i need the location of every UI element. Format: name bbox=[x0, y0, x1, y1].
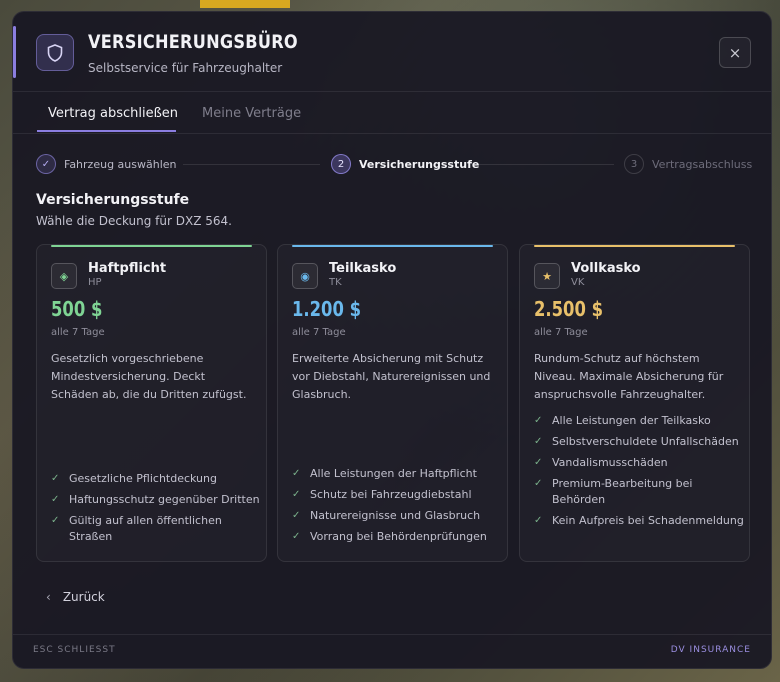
shield-icon bbox=[36, 34, 74, 71]
check-icon: ✓ bbox=[534, 436, 543, 447]
esc-hint: ESC SCHLIESST bbox=[33, 645, 116, 655]
list-item: ✓ Vandalismusschäden bbox=[534, 456, 668, 469]
step-vehicle: ✓ Fahrzeug auswählen bbox=[36, 154, 177, 174]
close-button[interactable]: × bbox=[719, 37, 751, 68]
card-accent bbox=[292, 245, 493, 247]
step-connector bbox=[475, 164, 614, 165]
back-button[interactable]: ‹ Zurück bbox=[46, 590, 105, 604]
step-label: Versicherungsstufe bbox=[359, 157, 480, 171]
dot-circle-icon: ◉ bbox=[292, 263, 318, 289]
check-icon: ✓ bbox=[534, 415, 543, 426]
chevron-left-icon: ‹ bbox=[46, 590, 51, 604]
check-icon: ✓ bbox=[51, 494, 60, 505]
list-item: ✓ Gültig auf allen öffentlichen Straßen bbox=[51, 514, 222, 543]
tab-new-contract[interactable]: Vertrag abschließen bbox=[48, 106, 178, 121]
diamond-icon: ◈ bbox=[51, 263, 77, 289]
tier-card-teilkasko[interactable]: ◉ Teilkasko TK 1.200 $ alle 7 Tage Erwei… bbox=[277, 244, 508, 562]
step-label: Vertragsabschluss bbox=[652, 157, 753, 171]
tier-name: Haftpflicht bbox=[88, 261, 167, 276]
check-icon: ✓ bbox=[51, 473, 60, 484]
tier-code: TK bbox=[329, 277, 342, 288]
tier-price: 1.200 $ bbox=[292, 297, 361, 321]
list-item: ✓ Selbstverschuldete Unfallschäden bbox=[534, 435, 739, 448]
check-icon: ✓ bbox=[292, 531, 301, 542]
step-number: 3 bbox=[624, 154, 644, 174]
tier-description: Gesetzlich vorgeschriebene Mindestversic… bbox=[51, 352, 247, 401]
tier-price: 2.500 $ bbox=[534, 297, 603, 321]
list-item: ✓ Schutz bei Fahrzeugdiebstahl bbox=[292, 488, 472, 501]
list-item: ✓ Haftungsschutz gegenüber Dritten bbox=[51, 493, 260, 506]
close-icon: × bbox=[728, 43, 742, 62]
header-accent bbox=[13, 26, 16, 78]
check-icon: ✓ bbox=[534, 515, 543, 526]
stepper: ✓ Fahrzeug auswählen 2 Versicherungsstuf… bbox=[13, 134, 771, 194]
card-accent bbox=[534, 245, 735, 247]
tier-description: Rundum-Schutz auf höchstem Niveau. Maxim… bbox=[534, 352, 724, 401]
tier-period: alle 7 Tage bbox=[51, 327, 105, 338]
list-item: ✓ Alle Leistungen der Teilkasko bbox=[534, 414, 711, 427]
check-icon: ✓ bbox=[51, 515, 60, 526]
feature-list: ✓ Gesetzliche Pflichtdeckung ✓ Haftungssch… bbox=[51, 471, 261, 550]
step-contract: 3 Vertragsabschluss bbox=[624, 154, 752, 174]
check-icon: ✓ bbox=[292, 510, 301, 521]
card-accent bbox=[51, 245, 252, 247]
tier-period: alle 7 Tage bbox=[534, 327, 588, 338]
star-icon: ★ bbox=[534, 263, 560, 289]
list-item: ✓ Alle Leistungen der Haftpflicht bbox=[292, 467, 477, 480]
check-icon: ✓ bbox=[534, 478, 543, 489]
panel-footer: ESC SCHLIESST DV INSURANCE bbox=[13, 634, 771, 668]
step-label: Fahrzeug auswählen bbox=[64, 157, 177, 171]
check-icon: ✓ bbox=[292, 489, 301, 500]
section-subtitle: Wähle die Deckung für DXZ 564. bbox=[36, 214, 232, 228]
active-tab-indicator bbox=[37, 130, 176, 132]
background-sign bbox=[200, 0, 290, 8]
tab-my-contracts[interactable]: Meine Verträge bbox=[202, 106, 301, 121]
feature-list: ✓ Alle Leistungen der Teilkasko ✓ Selbstve… bbox=[534, 413, 744, 534]
page-subtitle: Selbstservice für Fahrzeughalter bbox=[88, 61, 283, 75]
back-label: Zurück bbox=[62, 590, 105, 604]
tier-card-vollkasko[interactable]: ★ Vollkasko VK 2.500 $ alle 7 Tage Rundu… bbox=[519, 244, 750, 562]
brand-label: DV INSURANCE bbox=[670, 645, 751, 655]
feature-list: ✓ Alle Leistungen der Haftpflicht ✓ Schutz… bbox=[292, 466, 502, 550]
list-item: ✓ Naturereignisse und Glasbruch bbox=[292, 509, 481, 522]
section-title: Versicherungsstufe bbox=[36, 192, 190, 208]
list-item: ✓ Vorrang bei Behördenprüfungen bbox=[292, 530, 487, 543]
page-title: VERSICHERUNGSBÜRO bbox=[88, 31, 298, 53]
list-item: ✓ Premium-Bearbeitung bei Behörden bbox=[534, 477, 693, 506]
step-connector bbox=[183, 164, 320, 165]
tier-code: VK bbox=[571, 277, 585, 288]
tier-name: Teilkasko bbox=[329, 261, 397, 276]
tier-card-haftpflicht[interactable]: ◈ Haftpflicht HP 500 $ alle 7 Tage Geset… bbox=[36, 244, 267, 562]
list-item: ✓ Kein Aufpreis bei Schadenmeldung bbox=[534, 514, 744, 527]
tier-name: Vollkasko bbox=[571, 261, 641, 276]
tier-code: HP bbox=[88, 277, 102, 288]
panel-header: VERSICHERUNGSBÜRO Selbstservice für Fahr… bbox=[13, 12, 771, 92]
tier-period: alle 7 Tage bbox=[292, 327, 346, 338]
tier-description: Erweiterte Absicherung mit Schutz vor Di… bbox=[292, 352, 491, 401]
check-icon: ✓ bbox=[534, 457, 543, 468]
check-icon: ✓ bbox=[36, 154, 56, 174]
tier-price: 500 $ bbox=[51, 297, 103, 321]
tab-bar: Vertrag abschließen Meine Verträge bbox=[13, 92, 771, 134]
check-icon: ✓ bbox=[292, 468, 301, 479]
step-tier: 2 Versicherungsstufe bbox=[331, 154, 479, 174]
list-item: ✓ Gesetzliche Pflichtdeckung bbox=[51, 472, 217, 485]
step-number: 2 bbox=[331, 154, 351, 174]
insurance-panel: VERSICHERUNGSBÜRO Selbstservice für Fahr… bbox=[12, 11, 772, 669]
